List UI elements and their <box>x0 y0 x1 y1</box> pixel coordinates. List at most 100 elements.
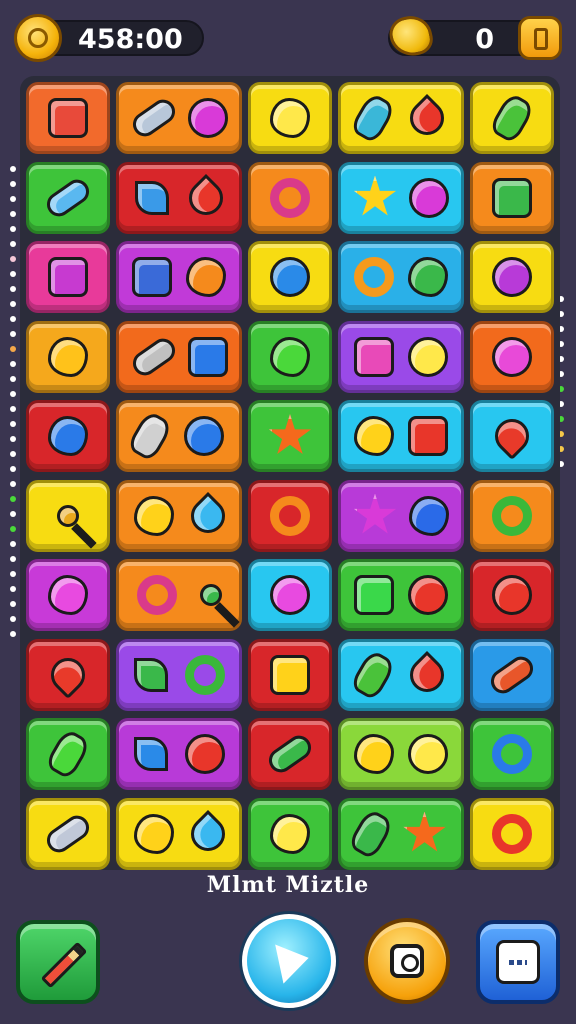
board-tile[interactable] <box>116 797 242 870</box>
circle-icon <box>408 575 448 615</box>
board-tile[interactable] <box>470 718 554 790</box>
progress-dot <box>10 361 16 367</box>
board-tile[interactable] <box>26 718 110 790</box>
board-tile[interactable] <box>470 559 554 631</box>
board-tile[interactable] <box>26 320 110 393</box>
star-icon <box>268 414 312 455</box>
board-tile[interactable] <box>248 241 332 313</box>
ring-icon <box>492 813 532 854</box>
board-tile[interactable] <box>26 559 110 631</box>
blob-icon <box>270 98 310 138</box>
square-icon <box>354 336 394 377</box>
board-tile[interactable] <box>470 82 554 154</box>
board-tile[interactable] <box>26 161 110 234</box>
board-tile[interactable] <box>26 82 110 154</box>
progress-dot <box>10 301 16 307</box>
blob-icon <box>354 734 394 774</box>
board-tile[interactable] <box>470 161 554 234</box>
board-tile[interactable] <box>26 479 110 552</box>
board-tile[interactable] <box>248 82 332 154</box>
board-tile[interactable] <box>470 241 554 313</box>
board-tile[interactable] <box>116 718 242 790</box>
board-tile[interactable] <box>116 241 242 313</box>
circle-icon <box>184 734 225 774</box>
board-tile[interactable] <box>338 320 464 393</box>
board-tile[interactable] <box>248 400 332 472</box>
leaf-icon <box>133 737 168 771</box>
coin-box-icon[interactable] <box>518 16 562 60</box>
board-tile[interactable] <box>338 797 464 870</box>
board-tile[interactable] <box>338 400 464 472</box>
square-icon <box>408 416 448 456</box>
coin-icon[interactable] <box>14 14 62 62</box>
board-tile[interactable] <box>338 638 464 711</box>
menu-button[interactable] <box>476 920 560 1004</box>
square-icon <box>132 257 172 297</box>
board-tile[interactable] <box>470 400 554 472</box>
blob-icon <box>408 257 448 297</box>
star-icon <box>353 493 397 534</box>
star-icon <box>353 175 397 216</box>
pencil-button[interactable] <box>16 920 100 1004</box>
board-tile[interactable] <box>470 479 554 552</box>
progress-dot <box>10 331 16 337</box>
hint-button[interactable] <box>364 918 450 1004</box>
heart-icon <box>487 411 537 461</box>
progress-dot <box>10 631 16 637</box>
progress-dot <box>10 376 16 382</box>
board-tile[interactable] <box>248 479 332 552</box>
progress-dot <box>10 436 16 442</box>
progress-dot <box>10 586 16 592</box>
board-tile[interactable] <box>116 161 242 234</box>
board-tile[interactable] <box>470 797 554 870</box>
blob-icon <box>133 495 174 536</box>
board-tile[interactable] <box>26 400 110 472</box>
board-tile[interactable] <box>116 82 242 154</box>
board-tile[interactable] <box>26 638 110 711</box>
ring-icon <box>136 575 177 615</box>
blob-icon <box>270 336 310 377</box>
top-hud: 458:00 0 <box>14 12 562 62</box>
board-tile[interactable] <box>248 559 332 631</box>
board-tile[interactable] <box>470 638 554 711</box>
progress-dot <box>10 256 16 262</box>
bottle-icon <box>44 727 92 781</box>
board-tile[interactable] <box>248 638 332 711</box>
circle-icon <box>187 98 228 138</box>
board-tile[interactable] <box>338 559 464 631</box>
board-tile[interactable] <box>248 320 332 393</box>
board-tile[interactable] <box>116 320 242 393</box>
board-tile[interactable] <box>26 241 110 313</box>
square-icon <box>48 257 88 297</box>
score-text: 458:00 <box>78 24 183 55</box>
key-icon <box>57 504 79 527</box>
ring-icon <box>270 177 310 218</box>
board-tile[interactable] <box>116 479 242 552</box>
board-tile[interactable] <box>248 161 332 234</box>
leaf-icon <box>135 180 169 215</box>
bottle-icon <box>346 806 395 861</box>
blob-icon <box>48 416 88 456</box>
board-tile[interactable] <box>470 320 554 393</box>
board-tile[interactable] <box>338 161 464 234</box>
blob-icon <box>409 495 449 536</box>
square-icon <box>354 575 394 615</box>
board-tile[interactable] <box>26 797 110 870</box>
board-tile[interactable] <box>338 82 464 154</box>
progress-dot <box>10 451 16 457</box>
board-tile[interactable] <box>116 638 242 711</box>
board-tile[interactable] <box>338 479 464 552</box>
progress-dot <box>10 406 16 412</box>
square-icon <box>48 98 88 138</box>
square-icon <box>492 177 532 218</box>
board-tile[interactable] <box>248 797 332 870</box>
play-button[interactable] <box>242 914 336 1008</box>
circle-icon <box>409 177 449 218</box>
board-tile[interactable] <box>248 718 332 790</box>
board-tile[interactable] <box>338 241 464 313</box>
board-tile[interactable] <box>338 718 464 790</box>
board-tile[interactable] <box>116 559 242 631</box>
capsule-icon <box>127 333 180 380</box>
bottle-icon <box>125 409 174 463</box>
board-tile[interactable] <box>116 400 242 472</box>
